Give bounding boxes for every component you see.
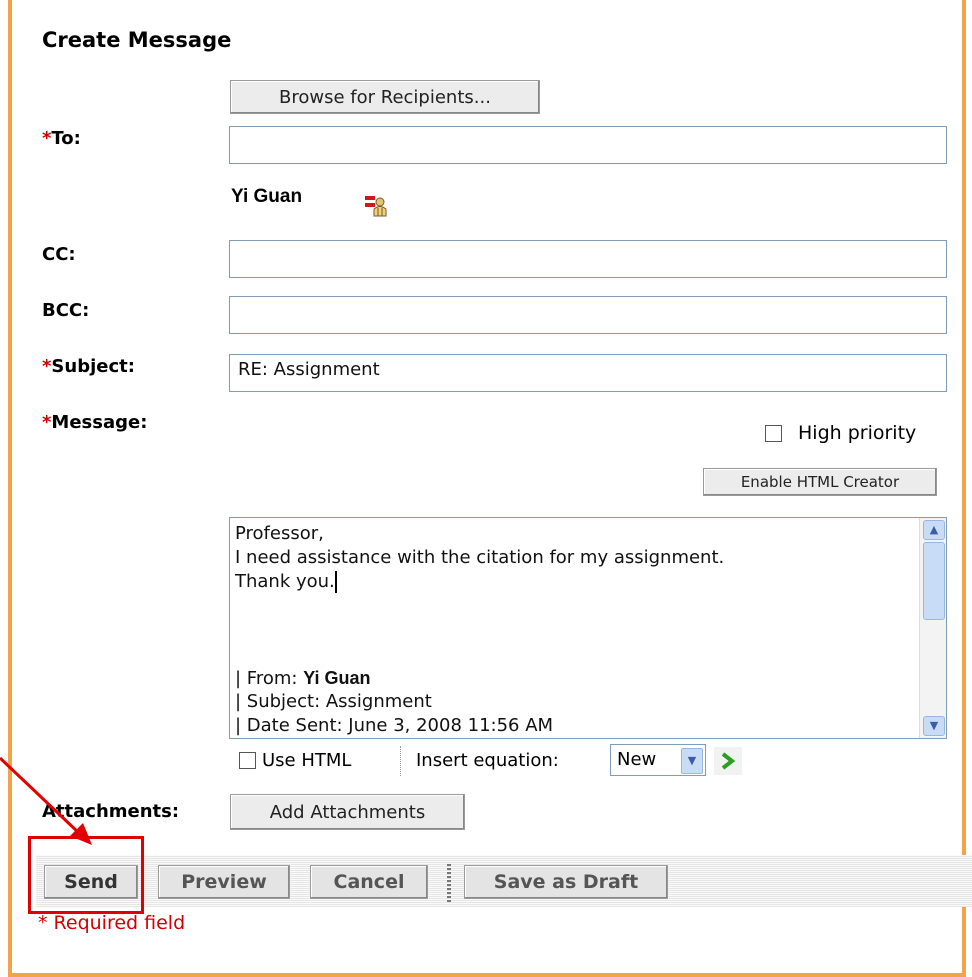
browse-recipients-button[interactable]: Browse for Recipients...	[230, 80, 540, 114]
high-priority-label: High priority	[798, 422, 917, 444]
subject-input[interactable]: RE: Assignment	[229, 354, 947, 392]
scroll-down-icon[interactable]: ▼	[923, 716, 945, 736]
toolbar-divider	[400, 746, 402, 776]
preview-button[interactable]: Preview	[158, 865, 290, 899]
required-marker: *	[42, 128, 52, 149]
message-line: I need assistance with the citation for …	[235, 547, 725, 568]
high-priority-checkbox[interactable]	[765, 425, 782, 442]
message-scrollbar[interactable]: ▲ ▼	[919, 518, 946, 738]
scroll-up-icon[interactable]: ▲	[923, 520, 945, 540]
cc-input[interactable]	[229, 240, 947, 278]
subject-label-text: Subject:	[51, 356, 135, 377]
required-field-note: * Required field	[38, 912, 186, 934]
message-textarea[interactable]: Professor, I need assistance with the ci…	[229, 517, 947, 739]
enable-html-creator-button[interactable]: Enable HTML Creator	[703, 468, 937, 496]
message-line: Professor,	[235, 523, 324, 544]
text-cursor	[334, 571, 337, 593]
toolbar-grip	[447, 862, 451, 902]
page-title: Create Message	[42, 28, 232, 52]
quoted-date-line: | Date Sent: June 3, 2008 11:56 AM	[235, 715, 554, 736]
bcc-label: BCC:	[42, 300, 90, 321]
save-draft-button[interactable]: Save as Draft	[464, 865, 668, 899]
recipient-name: Yi Guan	[231, 186, 303, 207]
to-label: *To:	[42, 128, 81, 149]
bcc-input[interactable]	[229, 296, 947, 334]
message-label: *Message:	[42, 412, 147, 433]
scroll-thumb[interactable]	[923, 542, 945, 620]
green-arrow-icon[interactable]	[714, 747, 742, 775]
equation-select[interactable]: New ▼	[610, 744, 706, 776]
equation-select-value: New	[617, 749, 657, 770]
remove-user-icon[interactable]	[364, 194, 388, 218]
to-label-text: To:	[51, 128, 81, 149]
required-marker: *	[42, 412, 52, 433]
quoted-from-line: | From: Yi Guan	[235, 668, 371, 689]
subject-label: *Subject:	[42, 356, 135, 377]
to-input[interactable]	[229, 126, 947, 164]
cc-label: CC:	[42, 244, 76, 265]
chevron-down-icon[interactable]: ▼	[681, 748, 703, 774]
use-html-checkbox[interactable]	[239, 752, 256, 769]
cancel-button[interactable]: Cancel	[310, 865, 428, 899]
required-marker: *	[42, 356, 52, 377]
quoted-subject-line: | Subject: Assignment	[235, 691, 432, 712]
message-line: Thank you.	[235, 571, 337, 593]
add-attachments-button[interactable]: Add Attachments	[230, 794, 465, 830]
annotation-arrow	[0, 756, 92, 845]
use-html-label: Use HTML	[262, 750, 352, 771]
quoted-sender-name: Yi Guan	[303, 668, 371, 688]
message-label-text: Message:	[51, 412, 148, 433]
insert-equation-label: Insert equation:	[416, 750, 559, 771]
